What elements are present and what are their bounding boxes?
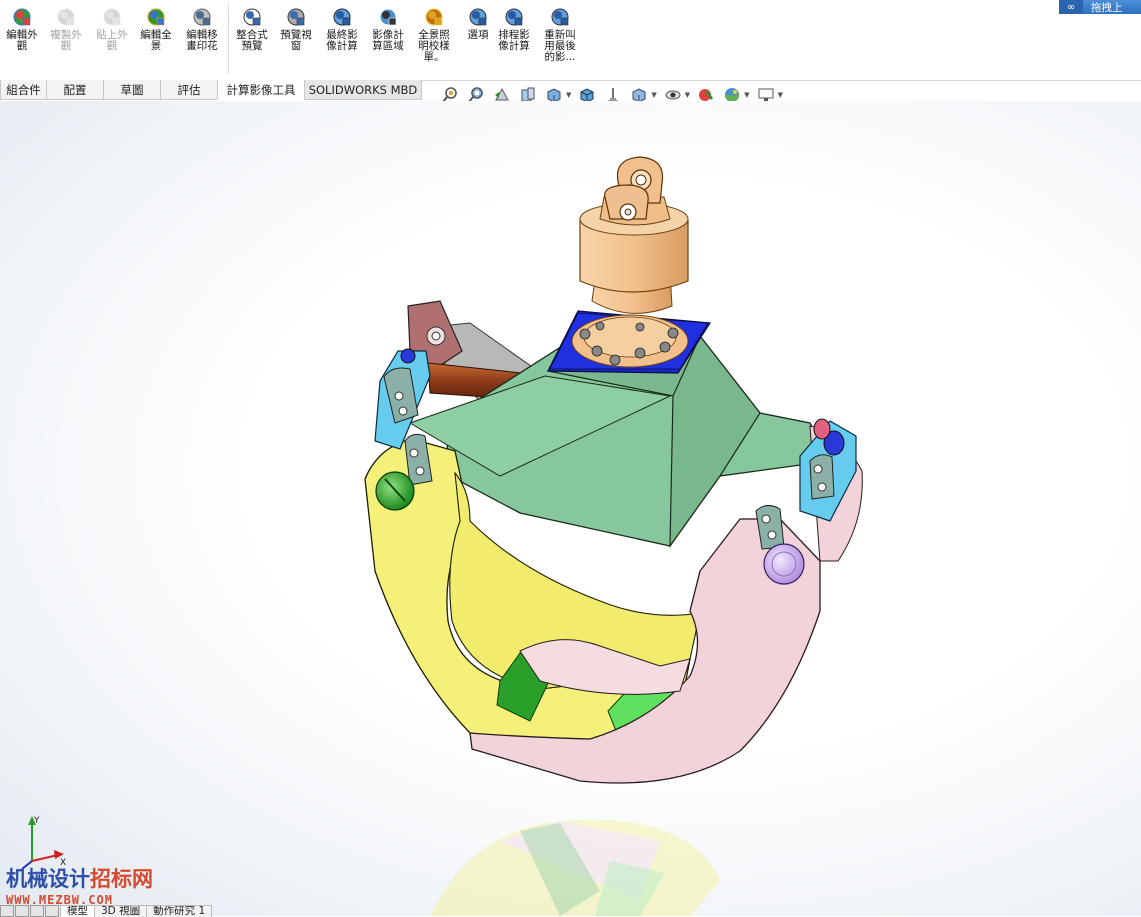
ribbon-button-label: 貼上外 觀 [96,29,128,52]
recall-last-render-icon [549,6,571,28]
tab-label: 計算影像工具 [226,82,296,97]
chevron-down-icon[interactable]: ▼ [744,91,749,99]
floor-reflection [430,819,720,916]
tab-label: SOLIDWORKS MBD [308,82,418,97]
chevron-down-icon[interactable]: ▼ [685,91,690,99]
ribbon-button-label: 編輯外 觀 [6,29,38,52]
first-tab-arrow-icon[interactable] [0,905,14,917]
edit-decal-icon [191,6,213,28]
command-manager-ribbon: 編輯外 觀複製外 觀貼上外 觀編輯全 景編輯移 畫印花 整合式 預覽 預覽視 窗最終… [0,0,1141,81]
cloud-upload-button[interactable]: ∞ 拖拽上 [1059,0,1141,14]
integrated-preview-icon [241,6,263,28]
chevron-down-icon[interactable]: ▼ [566,91,571,99]
edit-appearance-icon [11,6,33,28]
ribbon-button-label: 重新叫 用最後 的影... [544,29,576,63]
ribbon-separator [228,4,229,74]
paste-appearance-icon [101,6,123,28]
ribbon-button-scene-illumination-proof[interactable]: 全景照 明校樣 單。 [412,6,456,63]
chevron-down-icon[interactable]: ▼ [651,91,656,99]
watermark-text-blue: 机械设计 [6,866,90,891]
ribbon-button-integrated-preview[interactable]: 整合式 預覽 [230,6,274,52]
tab-layout[interactable]: 配置 [46,80,104,100]
render-region-icon [377,6,399,28]
tab-motion-study[interactable]: 動作研究 1 [146,905,213,917]
rotator [579,156,689,314]
preview-window-icon [285,6,307,28]
ribbon-button-label: 複製外 觀 [50,29,82,52]
ribbon-button-label: 排程影 像計算 [498,29,530,52]
command-manager-tabs: 組合件 配置 草圖 評估 計算影像工具 SOLIDWORKS MBD [0,80,422,100]
ribbon-button-recall-last-render[interactable]: 重新叫 用最後 的影... [538,6,582,63]
options-icon [467,6,489,28]
tab-3d-views[interactable]: 3D 視圖 [94,905,148,917]
schedule-render-icon [503,6,525,28]
next-tab-arrow-icon[interactable] [30,905,44,917]
tab-label: 草圖 [120,82,144,97]
ribbon-button-label: 整合式 預覽 [236,29,268,52]
tab-render-tools[interactable]: 計算影像工具 [217,80,305,100]
edit-scene-icon [145,6,167,28]
ribbon-button-edit-appearance[interactable]: 編輯外 觀 [0,6,44,52]
ribbon-button-edit-scene[interactable]: 編輯全 景 [134,6,178,52]
ribbon-button-label: 編輯全 景 [140,29,172,52]
ribbon-button-render-region[interactable]: 影像計 算區域 [366,6,410,52]
tab-evaluate[interactable]: 評估 [160,80,218,100]
ribbon-button-schedule-render[interactable]: 排程影 像計算 [492,6,536,52]
timber-grapple-model[interactable] [0,101,1141,916]
tab-solidworks-mbd[interactable]: SOLIDWORKS MBD [304,80,422,100]
ribbon-button-label: 編輯移 畫印花 [186,29,218,52]
tab-label: 組合件 [6,82,41,97]
watermark-logo: 机械设计招标网 WWW.MEZBW.COM [6,863,153,907]
tab-assembly[interactable]: 組合件 [0,80,47,100]
copy-appearance-icon [55,6,77,28]
chevron-down-icon[interactable]: ▼ [778,91,783,99]
ribbon-button-preview-window[interactable]: 預覽視 窗 [274,6,318,52]
ribbon-button-copy-appearance[interactable]: 複製外 觀 [44,6,88,52]
ribbon-button-label: 全景照 明校樣 單。 [418,29,450,63]
scene-illumination-proof-icon [423,6,445,28]
last-tab-arrow-icon[interactable] [45,905,59,917]
ribbon-button-paste-appearance[interactable]: 貼上外 觀 [90,6,134,52]
ribbon-button-label: 預覽視 窗 [280,29,312,52]
ribbon-button-label: 最終影 像計算 [326,29,358,52]
cloud-upload-label: 拖拽上 [1091,1,1123,14]
cloud-icon: ∞ [1059,0,1083,14]
ribbon-button-final-render[interactable]: 最終影 像計算 [320,6,364,52]
triad-y-label: Y [33,816,40,826]
tab-label: 配置 [63,82,87,97]
watermark-text-red: 招标网 [90,866,153,891]
graphics-area[interactable]: Y X 机械设计招标网 WWW.MEZBW.COM [0,101,1141,916]
final-render-icon [331,6,353,28]
ribbon-button-label: 影像計 算區域 [372,29,404,52]
tab-model[interactable]: 模型 [60,905,95,917]
prev-tab-arrow-icon[interactable] [15,905,29,917]
bottom-tabs-bar: 模型 3D 視圖 動作研究 1 [0,905,213,917]
tab-label: 評估 [177,82,201,97]
tab-sketch[interactable]: 草圖 [103,80,161,100]
ribbon-button-edit-decal[interactable]: 編輯移 畫印花 [180,6,224,52]
